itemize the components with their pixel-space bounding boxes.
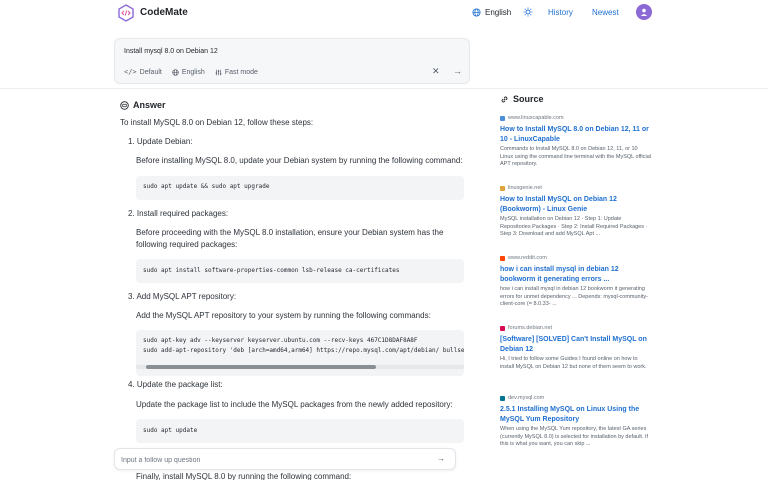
globe-icon — [472, 8, 481, 17]
step-4-text: Update the package list to include the M… — [136, 400, 453, 409]
header-divider — [0, 88, 768, 89]
favicon-icon — [500, 395, 505, 401]
code-block[interactable]: sudo apt update && sudo apt upgrade — [136, 176, 464, 200]
source-title-link[interactable]: [Software] [SOLVED] Can't Install MySQL … — [500, 335, 652, 354]
newest-link[interactable]: Newest — [592, 8, 619, 17]
language-label: English — [485, 8, 512, 17]
source-item[interactable]: www.reddit.com how i can install mysql i… — [500, 254, 652, 309]
code-icon: </> — [124, 68, 137, 76]
source-title-link[interactable]: How to Install MySQL 8.0 on Debian 12, 1… — [500, 125, 652, 144]
favicon-icon — [500, 255, 505, 261]
source-domain-label: linuxgenie.net — [508, 185, 542, 191]
favicon-icon — [500, 185, 505, 191]
source-heading-label: Source — [513, 94, 544, 104]
step-4-title: 4. Update the package list: — [128, 380, 223, 389]
source-snippet: When using the MySQL Yum repository, the… — [500, 426, 649, 447]
answer-intro: To install MySQL 8.0 on Debian 12, follo… — [120, 118, 314, 127]
step-1-text: Before installing MySQL 8.0, update your… — [136, 156, 463, 165]
query-language-label: English — [181, 68, 205, 76]
favicon-icon — [500, 325, 505, 331]
source-domain: www.linuxcapable.com — [500, 114, 652, 122]
fast-mode-label: Fast mode — [224, 68, 258, 76]
code-block[interactable]: sudo apt update — [136, 419, 464, 443]
source-title-link[interactable]: how i can install mysql in debian 12 boo… — [500, 265, 652, 284]
avatar[interactable] — [636, 4, 652, 20]
step-3-text: Add the MySQL APT repository to your sys… — [136, 311, 431, 320]
close-icon[interactable]: ✕ — [432, 66, 440, 77]
answer-icon — [120, 100, 129, 110]
source-domain-label: dev.mysql.com — [508, 395, 545, 401]
code-line: sudo apt update — [143, 427, 198, 434]
follow-up-box: → — [114, 448, 456, 470]
source-domain-label: www.reddit.com — [508, 255, 547, 261]
favicon-icon — [500, 115, 505, 121]
source-domain-label: www.linuxcapable.com — [508, 115, 564, 121]
default-mode-button[interactable]: </> Default — [124, 68, 162, 76]
default-mode-label: Default — [139, 68, 162, 76]
code-line: sudo add-apt-repository 'deb [arch=amd64… — [143, 347, 464, 354]
answer-finally-text: Finally, install MySQL 8.0 by running th… — [136, 472, 352, 480]
source-snippet: Hi, I tried to follow some Guides I foun… — [500, 356, 647, 370]
sliders-icon — [215, 69, 222, 75]
step-2-title: 2. Install required packages: — [128, 209, 229, 218]
source-domain: www.reddit.com — [500, 254, 652, 262]
source-item[interactable]: linuxgenie.net How to Install MySQL on D… — [500, 184, 652, 239]
globe-icon — [172, 68, 179, 76]
source-snippet: how i can install mysql in debian 12 boo… — [500, 286, 648, 307]
code-block[interactable]: sudo apt install software-properties-com… — [136, 259, 464, 283]
arrow-right-icon[interactable]: → — [453, 66, 462, 76]
link-icon — [501, 96, 508, 102]
fast-mode-button[interactable]: Fast mode — [215, 68, 258, 76]
source-snippet: Commands to Install MySQL 8.0 on Debian … — [500, 146, 652, 167]
source-domain: linuxgenie.net — [500, 184, 652, 192]
source-domain: dev.mysql.com — [500, 394, 652, 402]
history-link[interactable]: History — [548, 8, 573, 17]
scrollbar-thumb[interactable] — [146, 365, 376, 369]
source-item[interactable]: forums.debian.net [Software] [SOLVED] Ca… — [500, 324, 652, 371]
source-title-link[interactable]: 2.5.1 Installing MySQL on Linux Using th… — [500, 405, 652, 424]
query-toolbar: </> Default English Fast mode — [124, 68, 258, 76]
code-block[interactable]: sudo apt-key adv --keyserver keyserver.u… — [136, 330, 464, 376]
sun-icon[interactable] — [523, 7, 533, 17]
step-3-title: 3. Add MySQL APT repository: — [128, 292, 237, 301]
language-switcher[interactable]: English — [472, 8, 511, 17]
code-line: sudo apt install software-properties-com… — [143, 267, 400, 274]
query-box: Install mysql 8.0 on Debian 12 </> Defau… — [114, 38, 470, 84]
query-text[interactable]: Install mysql 8.0 on Debian 12 — [124, 48, 218, 55]
source-item[interactable]: dev.mysql.com 2.5.1 Installing MySQL on … — [500, 394, 652, 449]
step-1-title: 1. Update Debian: — [128, 137, 193, 146]
codemate-logo-icon[interactable] — [117, 4, 135, 22]
code-line: sudo apt update && sudo apt upgrade — [143, 183, 270, 190]
query-language-button[interactable]: English — [172, 68, 205, 76]
source-domain-label: forums.debian.net — [508, 325, 553, 331]
source-domain: forums.debian.net — [500, 324, 652, 332]
answer-heading-label: Answer — [133, 100, 166, 110]
step-2-text: Before proceeding with the MySQL 8.0 ins… — [136, 228, 444, 249]
source-snippet: MySQL installation on Debian 12 · Step 1… — [500, 216, 648, 237]
code-scrollbar[interactable] — [136, 365, 464, 369]
follow-up-input[interactable] — [121, 453, 421, 467]
source-item[interactable]: www.linuxcapable.com How to Install MySQ… — [500, 114, 652, 169]
user-avatar-icon — [640, 8, 648, 16]
send-arrow-icon[interactable]: → — [437, 454, 445, 463]
source-heading: Source — [500, 94, 544, 104]
top-bar: CodeMate English History Newest — [0, 0, 768, 28]
source-title-link[interactable]: How to Install MySQL on Debian 12 (Bookw… — [500, 195, 652, 214]
brand-name[interactable]: CodeMate — [140, 7, 188, 18]
code-line: sudo apt-key adv --keyserver keyserver.u… — [143, 337, 418, 344]
answer-heading: Answer — [120, 100, 166, 110]
